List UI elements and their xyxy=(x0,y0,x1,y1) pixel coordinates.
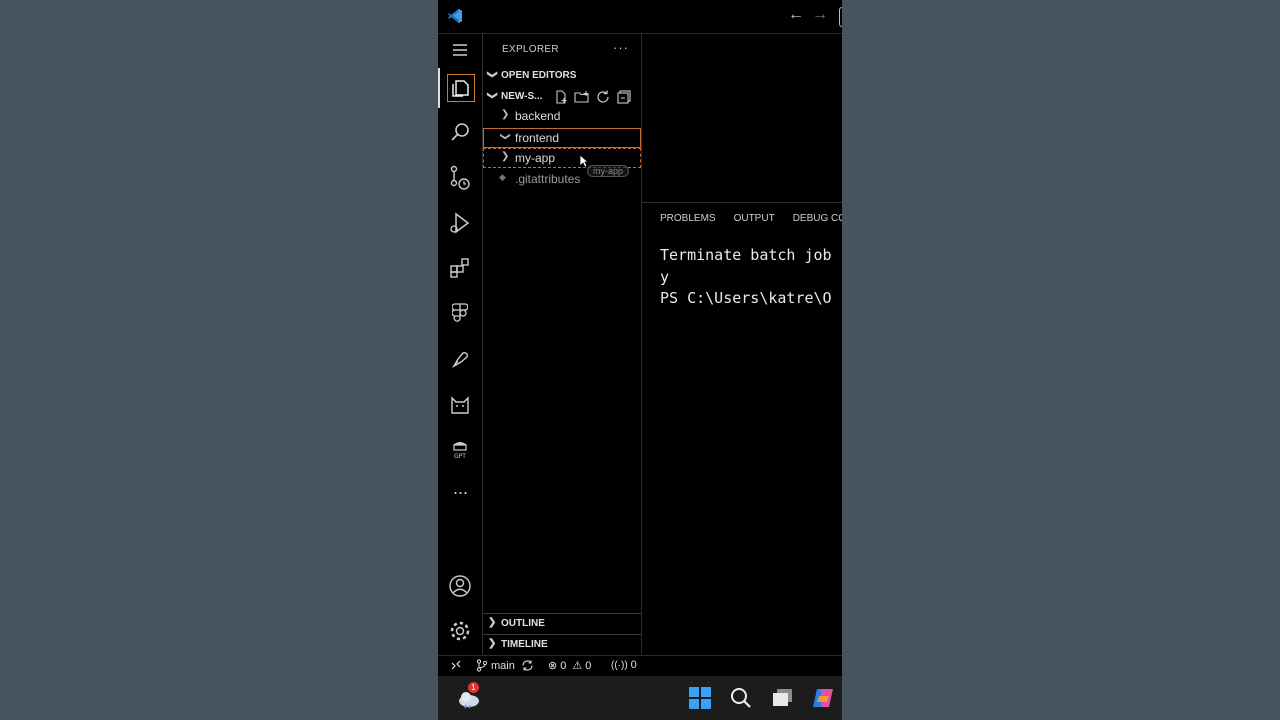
ports-count: 0 xyxy=(630,659,637,671)
figma-icon[interactable] xyxy=(438,293,482,333)
forward-arrow-icon[interactable]: → xyxy=(812,6,828,24)
pen-icon[interactable] xyxy=(438,338,482,378)
menu-icon[interactable] xyxy=(438,30,482,70)
tab-output[interactable]: OUTPUT xyxy=(734,213,775,224)
chevron-down-icon: ❯ xyxy=(486,91,498,100)
outline-label: OUTLINE xyxy=(501,618,545,629)
more-label: ··· xyxy=(452,481,469,502)
command-center[interactable] xyxy=(839,7,842,27)
tree-item-frontend[interactable]: ❯ frontend xyxy=(483,128,641,148)
folder-toolbar xyxy=(553,89,632,105)
windows-start-icon[interactable] xyxy=(688,686,712,710)
settings-icon[interactable] xyxy=(438,611,482,651)
folder-label: NEW-S... xyxy=(501,91,543,102)
refresh-icon[interactable] xyxy=(595,89,611,105)
terminal-line: Terminate batch job xyxy=(660,246,832,264)
ports-status[interactable]: ((·)) 0 xyxy=(611,659,637,671)
search-icon[interactable] xyxy=(438,112,482,152)
vscode-logo-icon xyxy=(448,9,462,23)
new-file-icon[interactable] xyxy=(553,89,569,105)
tree-item-backend[interactable]: ❯ backend xyxy=(483,106,641,126)
source-control-icon[interactable] xyxy=(438,158,482,198)
vscode-window: ← → GPT ··· EXPLORER ··· ❯ OPEN EDITORS … xyxy=(438,0,842,720)
git-file-icon: ◆ xyxy=(499,172,506,182)
more-actions-icon[interactable]: ··· xyxy=(613,40,629,55)
explorer-title: EXPLORER xyxy=(502,44,559,55)
drag-ghost-label: my-app xyxy=(587,165,630,177)
tab-problems[interactable]: PROBLEMS xyxy=(660,213,716,224)
collapse-all-icon[interactable] xyxy=(616,89,632,105)
branch-status[interactable]: main xyxy=(476,659,534,672)
activity-bar: GPT ··· xyxy=(438,34,483,654)
explorer-icon[interactable] xyxy=(438,68,482,108)
timeline-section[interactable]: ❯ TIMELINE xyxy=(483,634,641,655)
outline-section[interactable]: ❯ OUTLINE xyxy=(483,613,641,635)
status-bar: main ⊗ 0 ⚠ 0 ((·)) 0 xyxy=(438,655,842,676)
warning-icon: ⚠ xyxy=(572,660,583,672)
chevron-down-icon: ❯ xyxy=(486,70,498,79)
copilot-icon[interactable] xyxy=(811,686,835,710)
svg-text:GPT: GPT xyxy=(454,453,466,460)
explorer-sidebar: EXPLORER ··· ❯ OPEN EDITORS ❯ NEW-S... ❯… xyxy=(483,34,642,654)
timeline-label: TIMELINE xyxy=(501,639,548,650)
open-editors-label: OPEN EDITORS xyxy=(501,70,577,81)
back-arrow-icon[interactable]: ← xyxy=(788,6,804,24)
terminal-line: PS C:\Users\katre\O xyxy=(660,289,832,307)
folder-section[interactable]: ❯ NEW-S... xyxy=(483,87,641,107)
tree-item-label: my-app xyxy=(515,151,556,165)
remote-icon[interactable] xyxy=(450,659,462,671)
broadcast-icon: ((·)) xyxy=(611,659,628,671)
chevron-right-icon: ❯ xyxy=(501,151,510,162)
mouse-cursor-icon xyxy=(579,154,589,168)
panel-tabs: PROBLEMS OUTPUT DEBUG CO xyxy=(660,213,842,224)
warning-count: 0 xyxy=(585,659,592,672)
tree-item-label: frontend xyxy=(515,131,560,145)
terminal-output[interactable]: Terminate batch job y PS C:\Users\katre\O xyxy=(660,245,832,310)
chevron-right-icon: ❯ xyxy=(488,617,497,628)
taskbar-search-icon[interactable] xyxy=(729,686,753,710)
bottom-panel: PROBLEMS OUTPUT DEBUG CO Terminate batch… xyxy=(642,203,842,654)
notification-badge: 1 xyxy=(468,682,479,693)
branch-name: main xyxy=(491,659,515,672)
terminal-line: y xyxy=(660,267,670,286)
editor-area[interactable] xyxy=(642,34,842,203)
tab-debug-console[interactable]: DEBUG CO xyxy=(793,213,842,224)
cat-icon[interactable] xyxy=(438,384,482,424)
tree-item-label: backend xyxy=(515,109,561,123)
chevron-right-icon: ❯ xyxy=(501,109,510,120)
new-folder-icon[interactable] xyxy=(574,89,590,105)
chevron-right-icon: ❯ xyxy=(488,638,497,649)
error-icon: ⊗ xyxy=(548,660,558,672)
account-icon[interactable] xyxy=(438,566,482,606)
extensions-icon[interactable] xyxy=(438,248,482,288)
error-count: 0 xyxy=(560,659,567,672)
open-editors-section[interactable]: ❯ OPEN EDITORS xyxy=(483,66,641,86)
task-view-icon[interactable] xyxy=(771,686,795,710)
more-icon[interactable]: ··· xyxy=(438,472,482,512)
gpt-icon[interactable]: GPT xyxy=(438,428,482,468)
title-bar: ← → xyxy=(438,0,842,34)
tree-item-label: .gitattributes xyxy=(515,172,581,186)
windows-taskbar: 1 xyxy=(438,676,842,720)
problems-status[interactable]: ⊗ 0 ⚠ 0 xyxy=(548,659,592,673)
sync-icon[interactable] xyxy=(521,659,534,672)
chevron-down-icon: ❯ xyxy=(499,132,511,141)
branch-icon xyxy=(476,659,488,672)
run-debug-icon[interactable] xyxy=(438,203,482,243)
